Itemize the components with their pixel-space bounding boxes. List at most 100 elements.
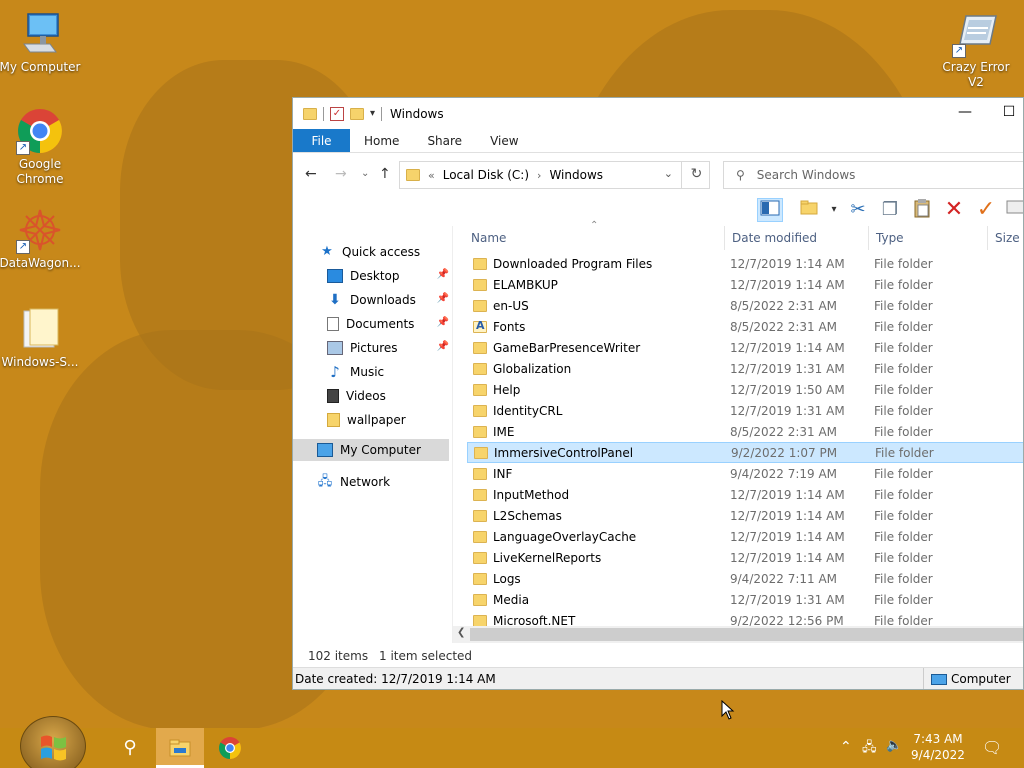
paste-icon[interactable] (909, 198, 935, 222)
scrollbar-thumb[interactable] (470, 628, 1023, 641)
column-header-size[interactable]: Size (995, 226, 1020, 250)
search-icon[interactable]: ⚲ (106, 728, 154, 768)
nav-item-desktop[interactable]: Desktop 📌 (293, 265, 449, 287)
nav-quick-access[interactable]: ★ Quick access (293, 241, 449, 263)
taskbar-file-explorer[interactable] (156, 728, 204, 768)
tab-share[interactable]: Share (413, 129, 476, 152)
delete-icon[interactable]: ✕ (941, 198, 967, 222)
minimize-button[interactable]: — (943, 98, 987, 129)
new-folder-icon[interactable] (797, 198, 823, 222)
network-icon[interactable]: 🖧 (862, 738, 877, 760)
table-row[interactable]: ELAMBKUP 12/7/2019 1:14 AM File folder (467, 274, 1023, 295)
content-area: ★ Quick access Desktop 📌 ⬇ Downloads 📌 D… (293, 220, 1023, 643)
table-row[interactable]: Globalization 12/7/2019 1:31 AM File folde… (467, 358, 1023, 379)
overflow-chevron[interactable]: « (428, 169, 435, 182)
maximize-button[interactable]: ☐ (987, 98, 1023, 129)
file-name: Fonts (493, 319, 526, 334)
table-row[interactable]: ImmersiveControlPanel 9/2/2022 1:07 PM Fil… (467, 442, 1023, 463)
nav-my-computer[interactable]: My Computer (293, 439, 449, 461)
nav-item-music[interactable]: ♪ Music (293, 361, 449, 383)
file-type: File folder (874, 298, 933, 313)
column-header-date-modified[interactable]: Date modified (732, 226, 817, 250)
nav-item-pictures[interactable]: Pictures 📌 (293, 337, 449, 359)
table-row[interactable]: GameBarPresenceWriter 12/7/2019 1:14 AM Fi… (467, 337, 1023, 358)
desktop-icon-my-computer[interactable]: My Computer (0, 10, 81, 75)
table-row[interactable]: en-US 8/5/2022 2:31 AM File folder (467, 295, 1023, 316)
new-folder-icon[interactable] (350, 107, 364, 120)
folder-icon (473, 614, 487, 627)
table-row[interactable]: LiveKernelReports 12/7/2019 1:14 AM File f… (467, 547, 1023, 568)
separator (923, 668, 924, 689)
file-explorer-icon (169, 739, 191, 757)
folder-icon (473, 278, 487, 291)
recent-locations-chevron-icon[interactable]: ⌄ (361, 168, 369, 179)
clock[interactable]: 7:43 AM 9/4/2022 (910, 731, 966, 763)
column-header-name[interactable]: Name (471, 226, 506, 250)
desktop-icon-windows-s[interactable]: Windows-S... (0, 305, 81, 370)
breadcrumb-local-disk[interactable]: Local Disk (C:) (443, 168, 529, 182)
desktop-icon-google-chrome[interactable]: ↗ Google Chrome (0, 107, 81, 187)
copy-icon[interactable]: ❐ (877, 198, 903, 222)
file-date-modified: 12/7/2019 1:14 AM (730, 529, 845, 544)
desktop-icon-label: Crazy Error V2 (942, 60, 1010, 89)
chevron-right-icon[interactable]: › (537, 169, 541, 182)
column-header-type[interactable]: Type (876, 226, 904, 250)
taskbar-chrome[interactable] (206, 728, 254, 768)
customize-qat-dropdown[interactable]: ▾ (370, 108, 375, 119)
table-row[interactable]: IME 8/5/2022 2:31 AM File folder (467, 421, 1023, 442)
folder-icon (473, 509, 487, 522)
table-row[interactable]: Downloaded Program Files 12/7/2019 1:14 A… (467, 253, 1023, 274)
table-row[interactable]: IdentityCRL 12/7/2019 1:31 AM File folder (467, 400, 1023, 421)
cut-icon[interactable]: ✂ (845, 198, 871, 222)
table-row[interactable]: InputMethod 12/7/2019 1:14 AM File folder (467, 484, 1023, 505)
rename-checkmark-icon[interactable]: ✓ (973, 198, 999, 222)
navigation-pane: ★ Quick access Desktop 📌 ⬇ Downloads 📌 D… (293, 226, 453, 643)
tab-view[interactable]: View (476, 129, 532, 152)
start-button[interactable] (20, 716, 86, 768)
column-separator[interactable] (724, 226, 725, 250)
properties-icon[interactable]: ✓ (330, 106, 344, 121)
tab-home[interactable]: Home (350, 129, 413, 152)
address-bar[interactable]: « Local Disk (C:) › Windows ⌄ (399, 161, 710, 189)
nav-item-wallpaper[interactable]: wallpaper (293, 409, 449, 431)
back-arrow-icon[interactable]: ← (305, 166, 317, 182)
forward-arrow-icon[interactable]: → (335, 166, 347, 182)
address-row: ← → ⌄ ↑ « Local Disk (C:) › Windows ⌄ ↻ … (293, 153, 1023, 194)
tab-file[interactable]: File (293, 129, 350, 152)
nav-item-downloads[interactable]: ⬇ Downloads 📌 (293, 289, 449, 311)
properties-icon[interactable] (1003, 198, 1023, 222)
nav-item-videos[interactable]: Videos (293, 385, 449, 407)
table-row[interactable]: LanguageOverlayCache 12/7/2019 1:14 AM Fil… (467, 526, 1023, 547)
details-pane-icon[interactable] (757, 198, 783, 222)
action-center-icon[interactable]: 🗨 (982, 738, 1002, 757)
column-separator[interactable] (987, 226, 988, 250)
scroll-left-arrow-icon[interactable]: ❮ (457, 627, 465, 638)
file-name: ELAMBKUP (493, 277, 558, 292)
table-row[interactable]: L2Schemas 12/7/2019 1:14 AM File folder (467, 505, 1023, 526)
nav-label: Desktop (350, 269, 400, 283)
table-row[interactable]: Media 12/7/2019 1:31 AM File folder (467, 589, 1023, 610)
breadcrumb-windows[interactable]: Windows (549, 168, 603, 182)
desktop-icon-crazy-error[interactable]: ↗ Crazy Error V2 (933, 10, 1019, 90)
up-arrow-icon[interactable]: ↑ (379, 166, 391, 182)
file-date-modified: 9/2/2022 1:07 PM (731, 445, 838, 460)
column-separator[interactable] (868, 226, 869, 250)
table-row[interactable]: Help 12/7/2019 1:50 AM File folder (467, 379, 1023, 400)
nav-network[interactable]: 🖧 Network (293, 471, 449, 493)
table-row[interactable]: Logs 9/4/2022 7:11 AM File folder (467, 568, 1023, 589)
refresh-button[interactable]: ↻ (681, 161, 711, 189)
folder-icon (473, 383, 487, 396)
table-row[interactable]: INF 9/4/2022 7:19 AM File folder (467, 463, 1023, 484)
explorer-window: ✓ ▾ Windows — ☐ File Home Share View ← →… (292, 97, 1024, 690)
mouse-cursor-icon (721, 699, 735, 723)
new-folder-dropdown-icon[interactable]: ▾ (821, 198, 847, 222)
address-dropdown-icon[interactable]: ⌄ (664, 167, 673, 180)
nav-item-documents[interactable]: Documents 📌 (293, 313, 449, 335)
clock-date: 9/4/2022 (911, 748, 965, 762)
volume-icon[interactable]: 🔈 (886, 738, 902, 753)
table-row[interactable]: Fonts 8/5/2022 2:31 AM File folder (467, 316, 1023, 337)
show-hidden-icons-chevron-icon[interactable]: ⌃ (840, 739, 852, 755)
horizontal-scrollbar[interactable]: ❮ (453, 626, 1023, 643)
search-input[interactable]: ⚲ Search Windows (723, 161, 1023, 189)
desktop-icon-datawagon[interactable]: ↗ DataWagon... (0, 206, 81, 271)
